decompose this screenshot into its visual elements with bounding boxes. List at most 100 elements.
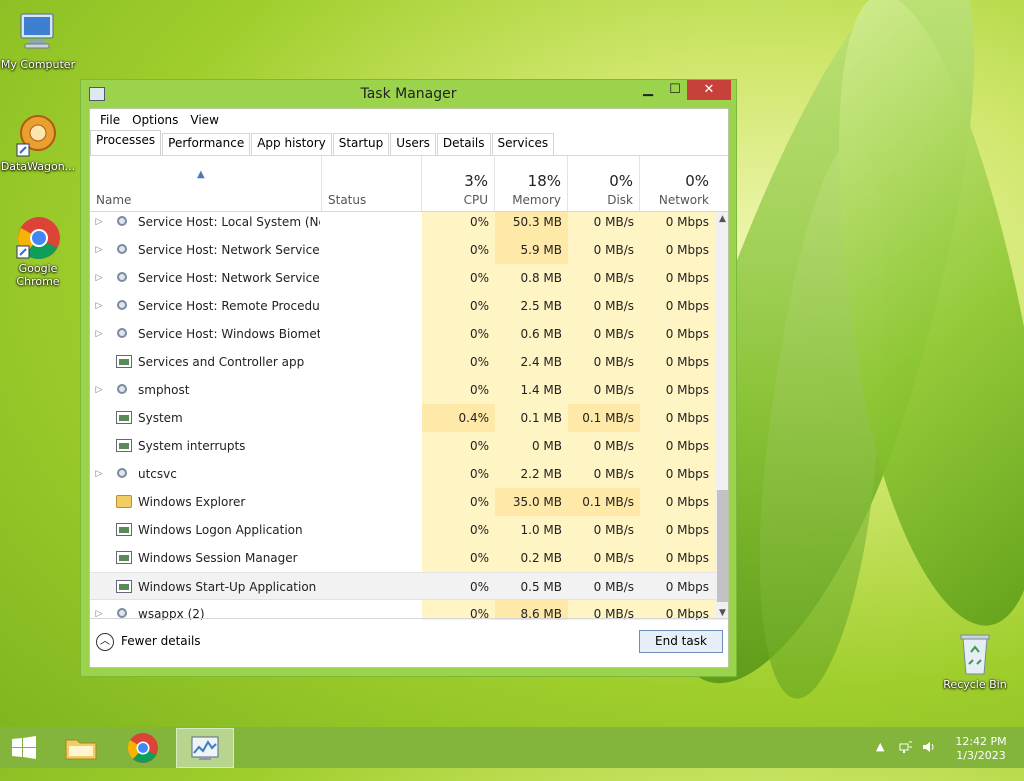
folder-icon bbox=[65, 739, 97, 760]
process-row[interactable]: Windows Start-Up Application 0% 0.5 MB 0 MB… bbox=[90, 572, 715, 600]
process-network: 0 Mbps bbox=[640, 320, 715, 348]
column-disk[interactable]: 0% Disk bbox=[568, 156, 640, 211]
process-network: 0 Mbps bbox=[640, 292, 715, 320]
process-disk: 0 MB/s bbox=[568, 432, 640, 460]
process-row[interactable]: ▷ smphost 0% 1.4 MB 0 MB/s 0 Mbps bbox=[90, 376, 715, 404]
tab-performance[interactable]: Performance bbox=[162, 133, 251, 155]
clock-time: 12:42 PM bbox=[955, 735, 1007, 748]
process-row[interactable]: ▷ Service Host: Local System (Net... 0%50.… bbox=[90, 212, 715, 236]
title-bar[interactable]: Task Manager ▁ ☐ ✕ bbox=[81, 80, 736, 108]
process-memory: 0 MB bbox=[495, 432, 568, 460]
process-cpu: 0% bbox=[422, 432, 495, 460]
process-name: Windows Start-Up Application bbox=[138, 580, 317, 594]
process-disk: 0 MB/s bbox=[568, 600, 640, 620]
process-network: 0 Mbps bbox=[640, 404, 715, 432]
process-cpu: 0% bbox=[422, 488, 495, 516]
column-status[interactable]: Status bbox=[322, 156, 422, 211]
process-network: 0 Mbps bbox=[640, 264, 715, 292]
application-window-icon bbox=[116, 580, 132, 593]
process-row[interactable]: ▷ utcsvc 0% 2.2 MB 0 MB/s 0 Mbps bbox=[90, 460, 715, 488]
tab-processes[interactable]: Processes bbox=[90, 130, 162, 155]
tab-details[interactable]: Details bbox=[436, 133, 491, 155]
expand-chevron-icon[interactable]: ▷ bbox=[94, 264, 104, 292]
footer-bar: ︿ Fewer details End task bbox=[90, 618, 728, 667]
process-row[interactable]: Windows Logon Application 0% 1.0 MB 0 MB/s 0… bbox=[90, 516, 715, 544]
process-disk: 0 MB/s bbox=[568, 460, 640, 488]
scroll-up-icon[interactable]: ▲ bbox=[715, 212, 728, 226]
process-name: Windows Explorer bbox=[138, 495, 246, 509]
close-button[interactable]: ✕ bbox=[687, 80, 731, 100]
expand-chevron-icon[interactable]: ▷ bbox=[94, 376, 104, 404]
system-clock[interactable]: 12:42 PM 1/3/2023 bbox=[948, 735, 1014, 763]
desktop-icon-datawagon[interactable]: DataWagon... bbox=[0, 112, 76, 173]
process-memory: 50.3 MB bbox=[495, 212, 568, 236]
taskbar-file-explorer[interactable] bbox=[57, 728, 105, 768]
end-task-button[interactable]: End task bbox=[639, 630, 723, 653]
show-hidden-icons[interactable]: ▲ bbox=[876, 740, 884, 781]
chrome-icon bbox=[127, 733, 158, 763]
desktop-icon-recycle-bin[interactable]: Recycle Bin bbox=[937, 630, 1013, 691]
expand-chevron-icon[interactable]: ▷ bbox=[94, 292, 104, 320]
process-memory: 5.9 MB bbox=[495, 236, 568, 264]
process-cpu: 0% bbox=[422, 264, 495, 292]
process-row[interactable]: Services and Controller app 0% 2.4 MB 0 MB/… bbox=[90, 348, 715, 376]
desktop-icon-my-computer[interactable]: My Computer bbox=[0, 10, 76, 71]
process-row[interactable]: Windows Session Manager 0% 0.2 MB 0 MB/s 0 M… bbox=[90, 544, 715, 572]
process-row[interactable]: System interrupts 0% 0 MB 0 MB/s 0 Mbps bbox=[90, 432, 715, 460]
process-cpu: 0% bbox=[422, 292, 495, 320]
scroll-thumb[interactable] bbox=[717, 490, 728, 602]
service-gear-icon bbox=[117, 244, 127, 254]
desktop-icon-google-chrome[interactable]: Google Chrome bbox=[0, 214, 76, 288]
vertical-scrollbar[interactable]: ▲ ▼ bbox=[715, 212, 728, 620]
expand-chevron-icon[interactable]: ▷ bbox=[94, 320, 104, 348]
column-network[interactable]: 0% Network bbox=[640, 156, 715, 211]
process-memory: 0.8 MB bbox=[495, 264, 568, 292]
process-row[interactable]: ▷ Service Host: Network Service (... 0% 0.8… bbox=[90, 264, 715, 292]
recycle-bin-icon bbox=[952, 630, 998, 676]
tab-users[interactable]: Users bbox=[390, 133, 436, 155]
process-row[interactable]: System 0.4% 0.1 MB 0.1 MB/s 0 Mbps bbox=[90, 404, 715, 432]
network-icon[interactable] bbox=[898, 739, 914, 780]
menu-view[interactable]: View bbox=[184, 113, 224, 127]
process-list[interactable]: ▷ wsappx (2) 0% 8.6 MB 0 MB/s 0 Mbps Windows S… bbox=[90, 212, 728, 620]
expand-chevron-icon[interactable]: ▷ bbox=[94, 236, 104, 264]
expand-chevron-icon[interactable]: ▷ bbox=[94, 600, 104, 620]
volume-icon[interactable] bbox=[921, 739, 937, 780]
tab-services[interactable]: Services bbox=[491, 133, 555, 155]
tab-startup[interactable]: Startup bbox=[332, 133, 390, 155]
menu-options[interactable]: Options bbox=[126, 113, 184, 127]
process-disk: 0 MB/s bbox=[568, 292, 640, 320]
taskbar-task-manager[interactable] bbox=[176, 728, 234, 768]
disk-total: 0% bbox=[609, 172, 633, 190]
process-network: 0 Mbps bbox=[665, 580, 709, 594]
fewer-details-link[interactable]: Fewer details bbox=[121, 634, 201, 648]
process-network: 0 Mbps bbox=[640, 348, 715, 376]
maximize-button[interactable]: ☐ bbox=[661, 80, 689, 100]
chrome-icon bbox=[15, 214, 61, 260]
chevron-up-icon[interactable]: ︿ bbox=[96, 633, 114, 651]
application-window-icon bbox=[116, 551, 132, 564]
process-row[interactable]: ▷ Service Host: Remote Procedure... 0%2.5 … bbox=[90, 292, 715, 320]
process-name: Service Host: Local System (Net... bbox=[138, 215, 320, 229]
process-memory: 0.1 MB bbox=[495, 404, 568, 432]
process-row[interactable]: ▷ Service Host: Windows Biometric 0% 0.6 MB… bbox=[90, 320, 715, 348]
column-memory[interactable]: 18% Memory bbox=[495, 156, 568, 211]
process-row[interactable]: ▷ Service Host: Network Service (5) 0%5.9 … bbox=[90, 236, 715, 264]
service-gear-icon bbox=[117, 384, 127, 394]
menu-file[interactable]: File bbox=[94, 113, 126, 127]
column-name[interactable]: ▲ Name bbox=[90, 156, 322, 211]
process-row[interactable]: Windows Explorer 0% 35.0 MB 0.1 MB/s 0 Mbps bbox=[90, 488, 715, 516]
minimize-button[interactable]: ▁ bbox=[634, 80, 662, 100]
expand-chevron-icon[interactable]: ▷ bbox=[94, 212, 104, 236]
start-button[interactable] bbox=[0, 728, 48, 768]
column-cpu[interactable]: 3% CPU bbox=[422, 156, 495, 211]
expand-chevron-icon[interactable]: ▷ bbox=[94, 460, 104, 488]
process-cpu: 0.4% bbox=[422, 404, 495, 432]
taskbar-google-chrome[interactable] bbox=[119, 728, 167, 768]
tab-app-history[interactable]: App history bbox=[251, 133, 332, 155]
process-network: 0 Mbps bbox=[640, 544, 715, 572]
process-name: Windows Session Manager bbox=[138, 551, 298, 565]
service-gear-icon bbox=[117, 216, 127, 226]
desktop-icon-label: DataWagon... bbox=[0, 160, 76, 173]
process-row[interactable]: ▷ wsappx (2) 0% 8.6 MB 0 MB/s 0 Mbps bbox=[90, 600, 715, 620]
